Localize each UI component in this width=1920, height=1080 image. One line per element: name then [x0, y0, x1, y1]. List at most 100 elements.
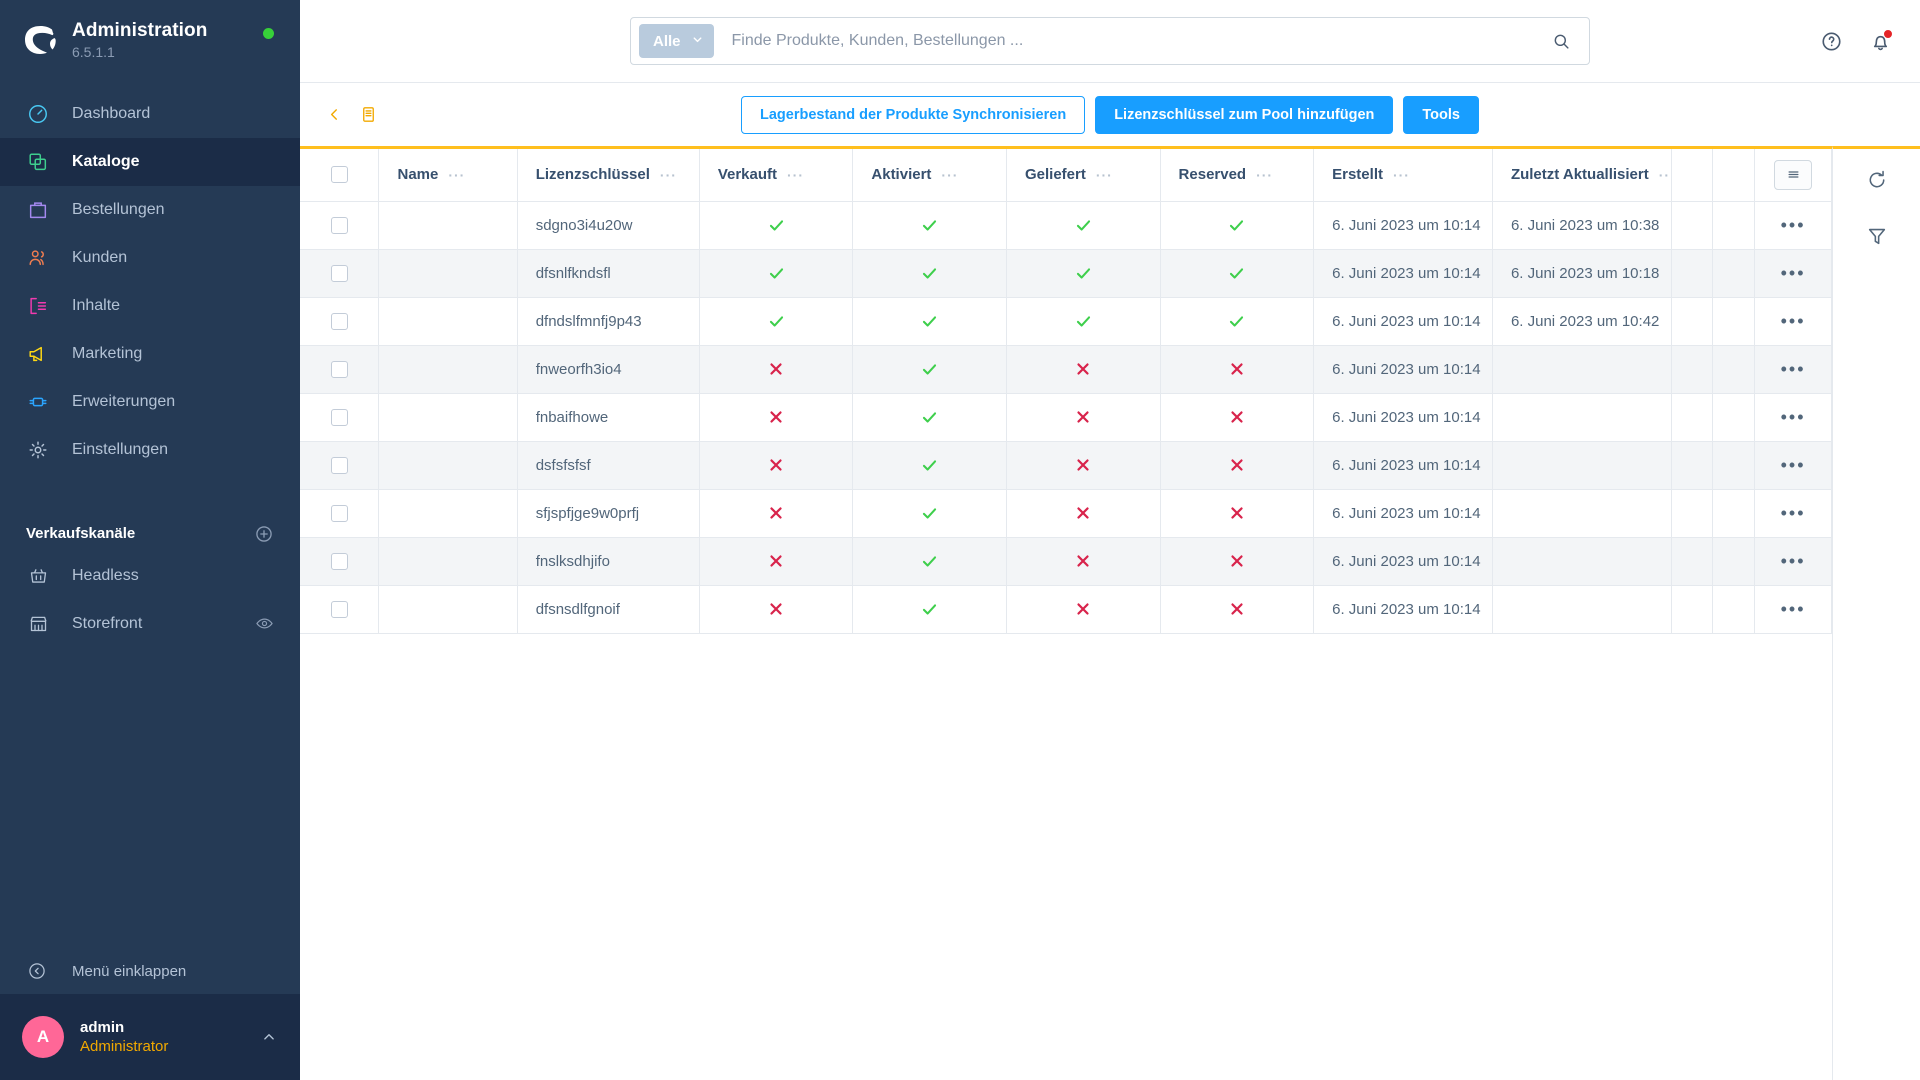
column-header-reserved[interactable]: Reserved ···	[1160, 149, 1315, 202]
row-checkbox[interactable]	[330, 216, 348, 234]
tools-button[interactable]: Tools	[1403, 96, 1479, 134]
help-icon[interactable]	[1820, 30, 1843, 53]
row-context-menu-icon[interactable]: •••	[1755, 552, 1830, 570]
column-options-icon[interactable]: ···	[1393, 167, 1410, 183]
row-context-menu-icon[interactable]: •••	[1755, 312, 1830, 330]
back-chevron-icon[interactable]	[326, 106, 343, 123]
column-header-created[interactable]: Erstellt ···	[1313, 149, 1493, 202]
column-header-updated[interactable]: Zuletzt Aktuallisiert ···	[1492, 149, 1672, 202]
row-checkbox[interactable]	[330, 360, 348, 378]
cell-reserved	[1160, 393, 1315, 442]
cell-row-actions: •••	[1754, 585, 1832, 634]
row-context-menu-icon[interactable]: •••	[1755, 456, 1830, 474]
sidebar-item-storefront[interactable]: Storefront	[0, 600, 300, 648]
cell-updated: 6. Juni 2023 um 10:38	[1492, 201, 1672, 250]
row-context-menu-icon[interactable]: •••	[1755, 264, 1830, 282]
notification-bell-icon[interactable]	[1869, 28, 1893, 53]
table-row[interactable]: fnbaifhowe 6. Juni 2023 um 10:14 •••	[300, 393, 1832, 442]
row-checkbox[interactable]	[330, 456, 348, 474]
row-checkbox[interactable]	[330, 552, 348, 570]
chevron-up-icon[interactable]	[260, 1028, 278, 1046]
select-all-checkbox[interactable]	[330, 166, 348, 184]
row-context-menu-icon[interactable]: •••	[1755, 504, 1830, 522]
row-select-cell	[300, 537, 380, 586]
row-checkbox[interactable]	[330, 312, 348, 330]
table-row[interactable]: sdgno3i4u20w 6. Juni 2023 um 10:14 6. Juni…	[300, 201, 1832, 250]
sidebar-item-label: Erweiterungen	[72, 392, 176, 410]
row-select-cell	[300, 297, 380, 346]
cell-delivered	[1006, 537, 1161, 586]
row-checkbox[interactable]	[330, 264, 348, 282]
column-options-icon[interactable]: ···	[660, 167, 677, 183]
table-row[interactable]: fnslksdhjifo 6. Juni 2023 um 10:14 •••	[300, 537, 1832, 586]
cell-spacer-1	[1671, 489, 1714, 538]
brand-header[interactable]: Administration 6.5.1.1	[0, 0, 300, 74]
sidebar-item-einstellungen[interactable]: Einstellungen	[0, 426, 300, 474]
cell-spacer-1	[1671, 537, 1714, 586]
sidebar-item-dashboard[interactable]: Dashboard	[0, 90, 300, 138]
breadcrumb-catalog-icon[interactable]	[359, 105, 378, 124]
column-options-icon[interactable]: ···	[1096, 167, 1113, 183]
add-license-key-to-pool-button[interactable]: Lizenzschlüssel zum Pool hinzufügen	[1095, 96, 1394, 134]
column-header-sold[interactable]: Verkauft ···	[699, 149, 854, 202]
column-options-icon[interactable]: ···	[941, 167, 958, 183]
cell-activated	[852, 249, 1007, 298]
column-header-name[interactable]: Name ···	[378, 149, 518, 202]
refresh-icon[interactable]	[1866, 169, 1888, 191]
row-select-cell	[300, 201, 380, 250]
sidebar-item-kunden[interactable]: Kunden	[0, 234, 300, 282]
column-options-icon[interactable]: ···	[448, 167, 465, 183]
column-options-icon[interactable]: ···	[1659, 167, 1671, 183]
table-row[interactable]: dfsnsdlfgnoif 6. Juni 2023 um 10:14 •••	[300, 585, 1832, 634]
dashboard-icon	[26, 102, 50, 126]
table-row[interactable]: dsfsfsfsf 6. Juni 2023 um 10:14 •••	[300, 441, 1832, 490]
sidebar-item-erweiterungen[interactable]: Erweiterungen	[0, 378, 300, 426]
column-options-icon[interactable]: ···	[1256, 167, 1273, 183]
row-context-menu-icon[interactable]: •••	[1755, 216, 1830, 234]
cell-spacer-2	[1712, 345, 1756, 394]
sidebar-item-marketing[interactable]: Marketing	[0, 330, 300, 378]
sidebar-item-label: Dashboard	[72, 104, 151, 122]
row-checkbox[interactable]	[330, 600, 348, 618]
sidebar-item-bestellungen[interactable]: Bestellungen	[0, 186, 300, 234]
column-header-delivered[interactable]: Geliefert ···	[1006, 149, 1161, 202]
sidebar-item-headless[interactable]: Headless	[0, 552, 300, 600]
column-header-license[interactable]: Lizenzschlüssel ···	[517, 149, 700, 202]
row-context-menu-icon[interactable]: •••	[1755, 408, 1830, 426]
row-checkbox[interactable]	[330, 504, 348, 522]
search-scope-dropdown[interactable]: Alle	[639, 24, 714, 58]
grid-settings-button[interactable]	[1774, 159, 1813, 190]
row-context-menu-icon[interactable]: •••	[1755, 360, 1830, 378]
search-icon[interactable]	[1540, 32, 1583, 51]
cell-sold	[699, 393, 854, 442]
search-scope-label: Alle	[653, 32, 681, 50]
user-account-bar[interactable]: A admin Administrator	[0, 994, 300, 1080]
column-header-label: Geliefert	[1024, 166, 1086, 184]
main-area: Alle Finde Produkte, Kunden, Bestellunge…	[300, 0, 1920, 1080]
check-false-icon	[700, 552, 852, 570]
search-input[interactable]	[713, 32, 1540, 50]
add-sales-channel-icon[interactable]	[254, 524, 274, 544]
row-context-menu-icon[interactable]: •••	[1755, 600, 1830, 618]
column-header-activated[interactable]: Aktiviert ···	[852, 149, 1007, 202]
table-row[interactable]: sfjspfjge9w0prfj 6. Juni 2023 um 10:14 •••	[300, 489, 1832, 538]
sidebar-item-kataloge[interactable]: Kataloge	[0, 137, 300, 186]
sidebar-item-inhalte[interactable]: Inhalte	[0, 282, 300, 330]
chevron-left-circle-icon	[26, 960, 48, 982]
content-area: Name ··· Lizenzschlüssel ··· Verkauft ··…	[300, 146, 1920, 1080]
filter-icon[interactable]	[1866, 225, 1888, 247]
check-false-icon	[700, 456, 852, 474]
column-header-label: Verkauft	[717, 166, 778, 184]
cell-license: fnslksdhjifo	[517, 537, 700, 586]
collapse-menu-button[interactable]: Menü einklappen	[0, 948, 300, 994]
table-row[interactable]: dfsnlfkndsfl 6. Juni 2023 um 10:14 6. Juni…	[300, 249, 1832, 298]
sync-product-stock-button[interactable]: Lagerbestand der Produkte Synchronisiere…	[740, 96, 1086, 134]
cell-created: 6. Juni 2023 um 10:14	[1313, 249, 1493, 298]
cell-name	[378, 249, 518, 298]
check-false-icon	[1161, 504, 1313, 522]
preview-eye-icon[interactable]	[255, 614, 274, 633]
row-checkbox[interactable]	[330, 408, 348, 426]
table-row[interactable]: dfndslfmnfj9p43 6. Juni 2023 um 10:14 6. J…	[300, 297, 1832, 346]
table-row[interactable]: fnweorfh3io4 6. Juni 2023 um 10:14 •••	[300, 345, 1832, 394]
column-options-icon[interactable]: ···	[787, 167, 804, 183]
